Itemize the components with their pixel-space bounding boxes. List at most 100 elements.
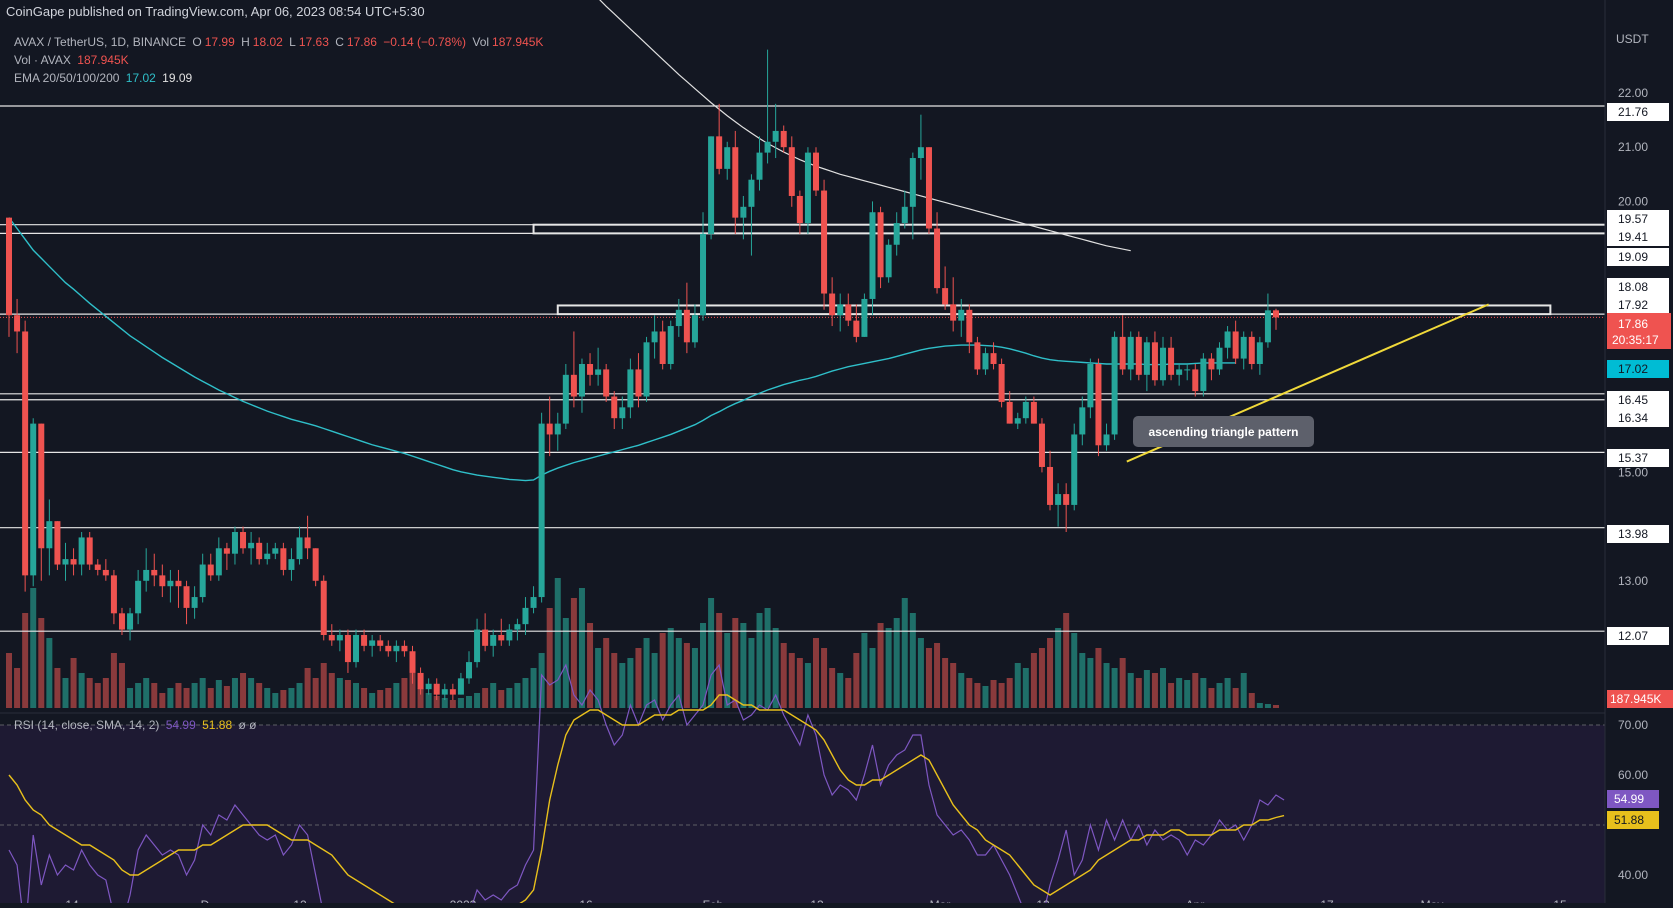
candle-body (191, 597, 198, 608)
volume-bar (1272, 705, 1279, 708)
candle-body (433, 683, 440, 695)
candle-body (1006, 401, 1013, 424)
candle-body (1111, 336, 1118, 435)
candle-body (223, 548, 230, 554)
volume-bar (54, 668, 61, 708)
low-value: 17.63 (298, 35, 329, 49)
candle-body (369, 640, 376, 646)
candle-body (240, 532, 247, 549)
rsi-extra: ø ø (238, 718, 257, 732)
candle-body (6, 217, 12, 316)
volume-bar (942, 658, 949, 708)
candle-body (683, 309, 690, 343)
candle-body (740, 206, 747, 218)
volume-bar (1087, 658, 1094, 708)
volume-bar (385, 688, 392, 708)
candle-body (925, 147, 932, 229)
volume-bar (336, 678, 343, 708)
level-badge-label: 19.57 (1618, 212, 1648, 226)
candle-body (1272, 310, 1279, 318)
ema-badge-label: 17.02 (1618, 362, 1648, 376)
candle-body (1151, 342, 1158, 381)
candle-body (118, 613, 125, 630)
candle-body (893, 223, 900, 245)
volume-bar (958, 673, 965, 708)
volume-bar (587, 623, 594, 708)
volume-bar (1160, 668, 1167, 708)
candle-body (1014, 418, 1021, 424)
candle-body (264, 553, 271, 560)
volume-bar (248, 678, 255, 708)
volume-bar (183, 688, 190, 708)
vol-indicator-label[interactable]: Vol · AVAX (14, 53, 71, 67)
candle-body (845, 304, 852, 321)
candle-body (667, 326, 674, 364)
candle-body (514, 624, 521, 630)
rsi-label[interactable]: RSI (14, close, SMA, 14, 2) (14, 718, 159, 732)
volume-bar (1208, 688, 1215, 708)
volume-bar (110, 653, 117, 708)
volume-bar (1143, 670, 1150, 708)
candle-body (344, 634, 351, 663)
candle-body (159, 575, 166, 587)
vol-value: 187.945K (492, 35, 544, 49)
candle-body (869, 212, 876, 299)
level-badge-label: 21.76 (1618, 105, 1648, 119)
volume-bar (22, 613, 29, 708)
price-tick-label: 20.00 (1618, 194, 1648, 208)
symbol-legend: AVAX / TetherUS, 1D, BINANCE O 17.99 H 18.… (14, 35, 546, 49)
volume-bar (240, 673, 247, 708)
ema-label[interactable]: EMA 20/50/100/200 (14, 71, 119, 85)
candle-body (1119, 336, 1126, 370)
candle-body (837, 304, 844, 316)
candle-body (691, 315, 698, 343)
volume-bar (296, 683, 303, 708)
candle-body (457, 678, 464, 695)
volume-bar (256, 683, 263, 708)
candle-body (1063, 494, 1070, 505)
volume-bar (1264, 704, 1271, 708)
candle-body (409, 651, 416, 673)
candle-body (288, 559, 295, 570)
volume-bar (167, 688, 174, 708)
candle-body (901, 206, 908, 224)
candle-body (183, 586, 190, 608)
rsi-tick-label: 40.00 (1618, 868, 1648, 882)
volume-bar (821, 648, 828, 708)
candle-body (62, 559, 69, 565)
volume-bar (1022, 668, 1029, 708)
candle-body (1160, 347, 1167, 381)
volume-bar (1038, 648, 1045, 708)
candle-body (974, 342, 981, 370)
volume-bar (215, 680, 222, 708)
candle-body (1240, 336, 1247, 359)
candle-body (1208, 358, 1215, 370)
x-axis-label: 16 (579, 898, 593, 903)
candle-body (1103, 434, 1110, 446)
candle-body (603, 369, 610, 397)
candle-body (498, 634, 505, 641)
candle-body (22, 331, 29, 576)
volume-bar (708, 598, 715, 708)
candle-body (30, 423, 37, 576)
level-badge-label: 16.34 (1618, 411, 1648, 425)
volume-bar (530, 668, 537, 708)
volume-badge-label: 187.945K (1610, 692, 1661, 706)
volume-bar (990, 680, 997, 708)
candle-body (86, 537, 93, 565)
symbol-name[interactable]: AVAX / TetherUS, 1D, BINANCE (14, 35, 186, 49)
candle-body (732, 147, 739, 218)
candle-body (700, 233, 707, 316)
volume-bar (288, 688, 295, 708)
candle-body (175, 580, 182, 587)
candle-body (1143, 342, 1150, 375)
volume-bar (877, 623, 884, 708)
candle-body (562, 374, 569, 424)
candle-body (917, 147, 924, 159)
candle-body (94, 564, 101, 570)
candle-body (215, 548, 222, 576)
volume-bar (94, 683, 101, 708)
volume-bar (498, 690, 505, 708)
price-chart[interactable]: ascending triangle pattern USDT 22.00 21.00… (0, 0, 1673, 908)
volume-bar (643, 638, 650, 708)
